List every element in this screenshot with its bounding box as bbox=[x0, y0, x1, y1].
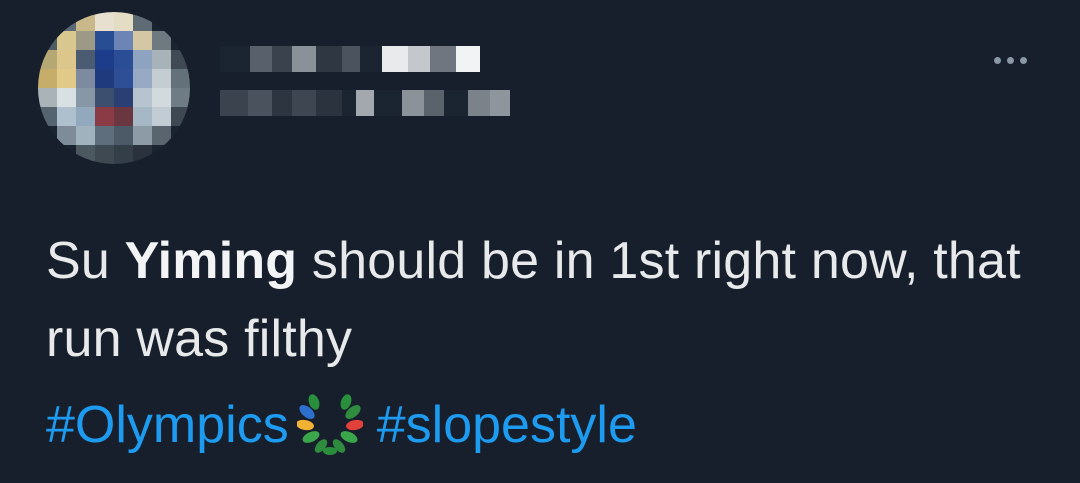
more-horizontal-icon-dot bbox=[1019, 56, 1027, 64]
more-horizontal-icon-dot bbox=[1006, 56, 1014, 64]
olympic-laurel-emoji bbox=[296, 394, 363, 455]
tweet-text: Su Yiming should be in 1st right now, th… bbox=[46, 222, 1026, 378]
tweet-card: Su Yiming should be in 1st right now, th… bbox=[0, 0, 1080, 483]
display-name-pixelated bbox=[220, 46, 480, 72]
author-name-redacted[interactable] bbox=[220, 40, 540, 140]
more-options-button[interactable] bbox=[980, 40, 1040, 80]
hashtag-olympics[interactable]: #Olympics bbox=[46, 395, 289, 455]
hashtag-row: #Olympics #slopestyle bbox=[46, 386, 637, 464]
handle-pixelated bbox=[220, 90, 510, 116]
avatar[interactable] bbox=[38, 12, 190, 164]
tweet-text-bold-name: Yiming bbox=[124, 232, 298, 290]
tweet-text-prefix: Su bbox=[46, 232, 125, 290]
more-horizontal-icon bbox=[993, 56, 1001, 64]
hashtag-slopestyle[interactable]: #slopestyle bbox=[377, 395, 637, 455]
